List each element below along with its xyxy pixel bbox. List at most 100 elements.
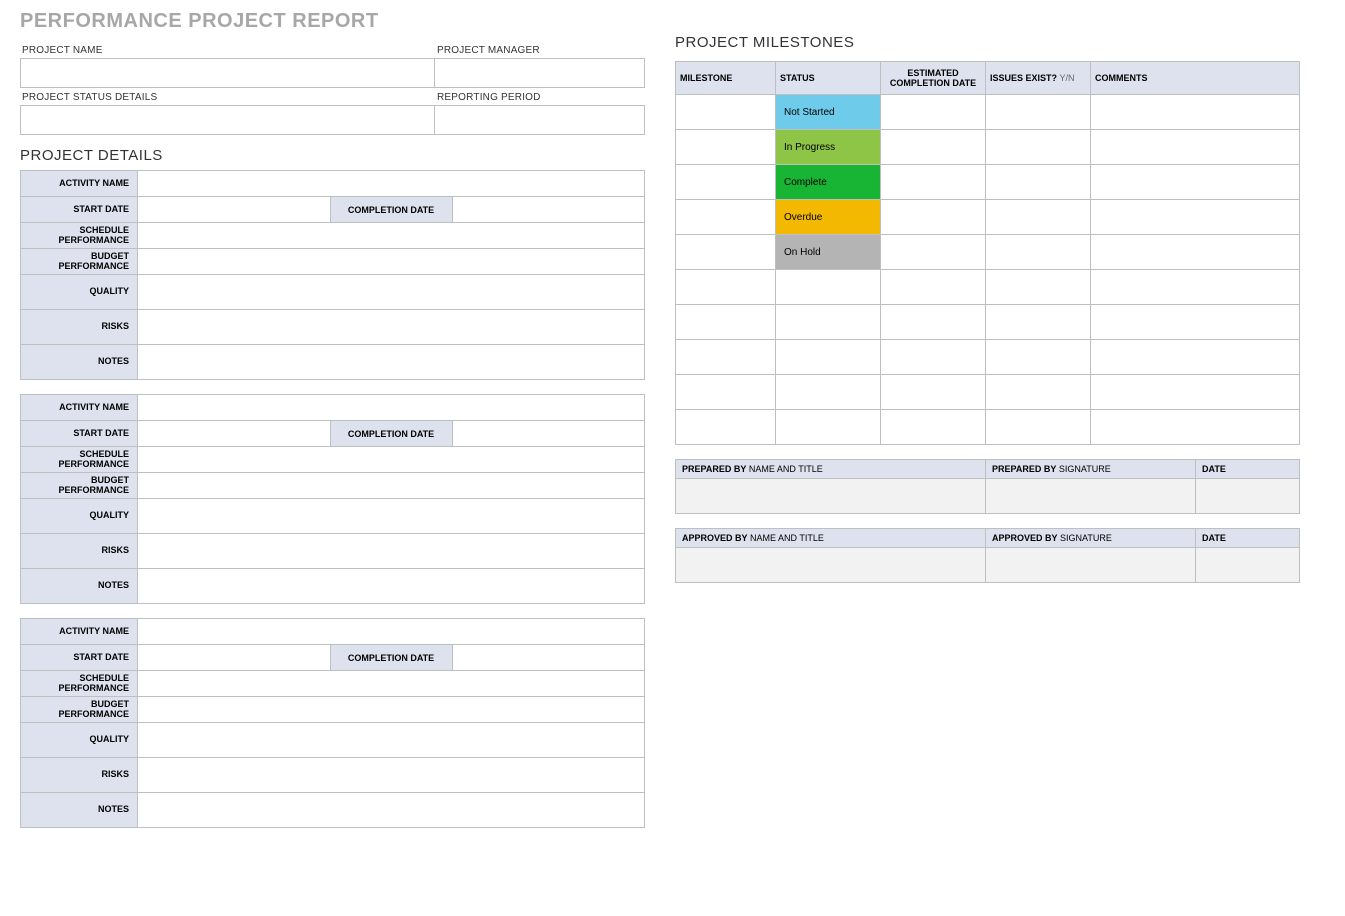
project-manager-input[interactable] xyxy=(435,58,645,88)
est-completion-cell[interactable] xyxy=(881,95,986,130)
schedule-performance-input[interactable] xyxy=(138,447,645,473)
status-cell[interactable]: Not Started xyxy=(776,95,881,130)
schedule-performance-input[interactable] xyxy=(138,671,645,697)
comments-header: COMMENTS xyxy=(1091,62,1300,95)
activity-table-2: ACTIVITY NAME START DATE COMPLETION DATE… xyxy=(20,394,645,604)
risks-input[interactable] xyxy=(138,534,645,569)
notes-label: NOTES xyxy=(21,793,138,828)
prepared-by-name-header: PREPARED BY NAME AND TITLE xyxy=(676,460,986,479)
status-details-label: PROJECT STATUS DETAILS xyxy=(20,88,435,105)
milestone-row: On Hold xyxy=(676,235,1300,270)
issues-cell[interactable] xyxy=(986,200,1091,235)
activity-name-input[interactable] xyxy=(138,171,645,197)
notes-input[interactable] xyxy=(138,793,645,828)
project-name-input[interactable] xyxy=(20,58,435,88)
milestones-table: MILESTONE STATUS ESTIMATED COMPLETION DA… xyxy=(675,61,1300,445)
prepared-by-name-input[interactable] xyxy=(676,479,986,514)
completion-date-input[interactable] xyxy=(452,197,645,223)
activity-name-input[interactable] xyxy=(138,619,645,645)
issues-cell[interactable] xyxy=(986,235,1091,270)
prepared-by-signature-input[interactable] xyxy=(986,479,1196,514)
activity-table-1: ACTIVITY NAME START DATE COMPLETION DATE… xyxy=(20,170,645,380)
est-completion-cell[interactable] xyxy=(881,235,986,270)
budget-performance-input[interactable] xyxy=(138,697,645,723)
notes-label: NOTES xyxy=(21,345,138,380)
prepared-by-date-input[interactable] xyxy=(1196,479,1300,514)
status-cell[interactable]: Overdue xyxy=(776,200,881,235)
start-date-input[interactable] xyxy=(138,645,331,671)
page-title: PERFORMANCE PROJECT REPORT xyxy=(20,10,645,33)
budget-performance-label: BUDGET PERFORMANCE xyxy=(21,473,138,499)
notes-input[interactable] xyxy=(138,569,645,604)
risks-label: RISKS xyxy=(21,758,138,793)
budget-performance-input[interactable] xyxy=(138,473,645,499)
risks-label: RISKS xyxy=(21,310,138,345)
milestone-row xyxy=(676,305,1300,340)
activity-name-label: ACTIVITY NAME xyxy=(21,619,138,645)
quality-input[interactable] xyxy=(138,499,645,534)
status-cell[interactable]: In Progress xyxy=(776,130,881,165)
schedule-performance-label: SCHEDULE PERFORMANCE xyxy=(21,671,138,697)
start-date-label: START DATE xyxy=(21,421,138,447)
milestone-row xyxy=(676,270,1300,305)
est-completion-cell[interactable] xyxy=(881,130,986,165)
approved-by-signature-input[interactable] xyxy=(986,548,1196,583)
milestone-cell[interactable] xyxy=(676,95,776,130)
schedule-performance-input[interactable] xyxy=(138,223,645,249)
comments-cell[interactable] xyxy=(1091,165,1300,200)
quality-input[interactable] xyxy=(138,723,645,758)
est-completion-cell[interactable] xyxy=(881,200,986,235)
approved-by-signature-header: APPROVED BY SIGNATURE xyxy=(986,529,1196,548)
status-cell[interactable]: Complete xyxy=(776,165,881,200)
completion-date-label: COMPLETION DATE xyxy=(330,197,452,223)
milestone-cell[interactable] xyxy=(676,165,776,200)
comments-cell[interactable] xyxy=(1091,95,1300,130)
comments-cell[interactable] xyxy=(1091,235,1300,270)
completion-date-label: COMPLETION DATE xyxy=(330,645,452,671)
issues-header: ISSUES EXIST? Y/N xyxy=(986,62,1091,95)
project-milestones-heading: PROJECT MILESTONES xyxy=(675,34,1300,51)
reporting-period-label: REPORTING PERIOD xyxy=(435,88,645,105)
est-completion-cell[interactable] xyxy=(881,165,986,200)
milestone-row xyxy=(676,375,1300,410)
notes-input[interactable] xyxy=(138,345,645,380)
budget-performance-input[interactable] xyxy=(138,249,645,275)
risks-input[interactable] xyxy=(138,310,645,345)
completion-date-input[interactable] xyxy=(452,421,645,447)
budget-performance-label: BUDGET PERFORMANCE xyxy=(21,249,138,275)
start-date-input[interactable] xyxy=(138,197,331,223)
issues-cell[interactable] xyxy=(986,165,1091,200)
prepared-by-table: PREPARED BY NAME AND TITLE PREPARED BY S… xyxy=(675,459,1300,514)
risks-label: RISKS xyxy=(21,534,138,569)
activity-table-3: ACTIVITY NAME START DATE COMPLETION DATE… xyxy=(20,618,645,828)
notes-label: NOTES xyxy=(21,569,138,604)
issues-cell[interactable] xyxy=(986,95,1091,130)
activity-name-label: ACTIVITY NAME xyxy=(21,171,138,197)
prepared-by-date-header: DATE xyxy=(1196,460,1300,479)
milestone-row xyxy=(676,340,1300,375)
activity-name-label: ACTIVITY NAME xyxy=(21,395,138,421)
project-details-heading: PROJECT DETAILS xyxy=(20,147,645,164)
start-date-input[interactable] xyxy=(138,421,331,447)
risks-input[interactable] xyxy=(138,758,645,793)
quality-label: QUALITY xyxy=(21,499,138,534)
est-completion-header: ESTIMATED COMPLETION DATE xyxy=(881,62,986,95)
milestone-cell[interactable] xyxy=(676,130,776,165)
comments-cell[interactable] xyxy=(1091,130,1300,165)
milestone-cell[interactable] xyxy=(676,200,776,235)
approved-by-name-input[interactable] xyxy=(676,548,986,583)
milestone-row: Not Started xyxy=(676,95,1300,130)
reporting-period-input[interactable] xyxy=(435,105,645,135)
comments-cell[interactable] xyxy=(1091,200,1300,235)
completion-date-input[interactable] xyxy=(452,645,645,671)
quality-label: QUALITY xyxy=(21,275,138,310)
milestone-row: Complete xyxy=(676,165,1300,200)
activity-name-input[interactable] xyxy=(138,395,645,421)
milestone-row: In Progress xyxy=(676,130,1300,165)
quality-input[interactable] xyxy=(138,275,645,310)
status-cell[interactable]: On Hold xyxy=(776,235,881,270)
issues-cell[interactable] xyxy=(986,130,1091,165)
milestone-cell[interactable] xyxy=(676,235,776,270)
approved-by-date-input[interactable] xyxy=(1196,548,1300,583)
status-details-input[interactable] xyxy=(20,105,435,135)
